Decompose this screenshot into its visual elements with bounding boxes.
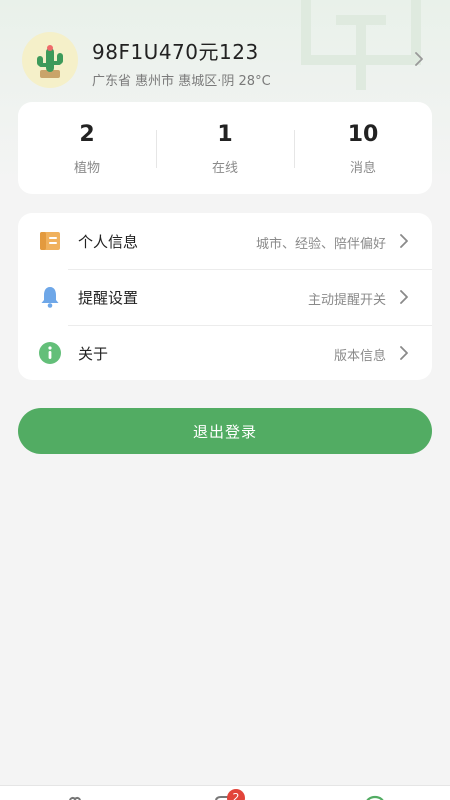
user-name: 98F1U470元123 (92, 40, 259, 64)
cactus-icon (37, 45, 63, 78)
profile-tab-icon (366, 795, 384, 800)
message-badge: 2 (227, 789, 245, 800)
menu-item-label: 关于 (78, 345, 109, 363)
stat-label: 在线 (211, 161, 238, 176)
chevron-right-icon (400, 290, 408, 304)
menu-item-label: 个人信息 (78, 233, 139, 251)
stat-value: 1 (217, 122, 233, 147)
bottom-tab-bar (0, 785, 450, 800)
stat-online[interactable]: 1 在线 (156, 102, 294, 194)
menu-item-about[interactable]: 关于 版本信息 (18, 325, 432, 380)
notebook-icon (40, 232, 60, 250)
chevron-right-icon (400, 234, 408, 248)
stat-value: 2 (79, 122, 95, 147)
menu-item-hint: 城市、经验、陪伴偏好 (255, 237, 386, 252)
stat-label: 植物 (73, 161, 100, 176)
profile-page: 98F1U470元123 广东省 惠州市 惠城区·阴 28°C 2 植物 1 在… (0, 0, 450, 800)
tab-plants[interactable] (45, 786, 105, 800)
menu-item-label: 提醒设置 (78, 289, 139, 307)
profile-header[interactable]: 98F1U470元123 广东省 惠州市 惠城区·阴 28°C (22, 30, 432, 90)
plant-tab-icon (69, 796, 81, 800)
stat-label: 消息 (349, 161, 376, 176)
stat-messages[interactable]: 10 消息 (294, 102, 432, 194)
menu-item-personal-info[interactable]: 个人信息 城市、经验、陪伴偏好 (18, 213, 432, 269)
menu-item-reminder-settings[interactable]: 提醒设置 主动提醒开关 (18, 269, 432, 325)
chevron-right-icon (400, 346, 408, 360)
avatar (22, 32, 78, 88)
tab-messages[interactable] (195, 786, 255, 800)
tab-profile[interactable] (345, 786, 405, 800)
chevron-right-icon (415, 52, 423, 66)
menu-item-hint: 主动提醒开关 (307, 293, 386, 308)
stats-card: 2 植物 1 在线 10 消息 (18, 102, 432, 194)
logout-button[interactable]: 退出登录 (18, 408, 432, 454)
menu-item-hint: 版本信息 (333, 349, 386, 364)
bell-icon (41, 287, 59, 308)
info-icon (39, 342, 61, 364)
settings-menu: 个人信息 城市、经验、陪伴偏好 提醒设置 主动提醒开关 关于 版本信息 (18, 213, 432, 380)
stat-plants[interactable]: 2 植物 (18, 102, 156, 194)
user-location-weather: 广东省 惠州市 惠城区·阴 28°C (92, 74, 271, 89)
stat-value: 10 (347, 122, 379, 147)
